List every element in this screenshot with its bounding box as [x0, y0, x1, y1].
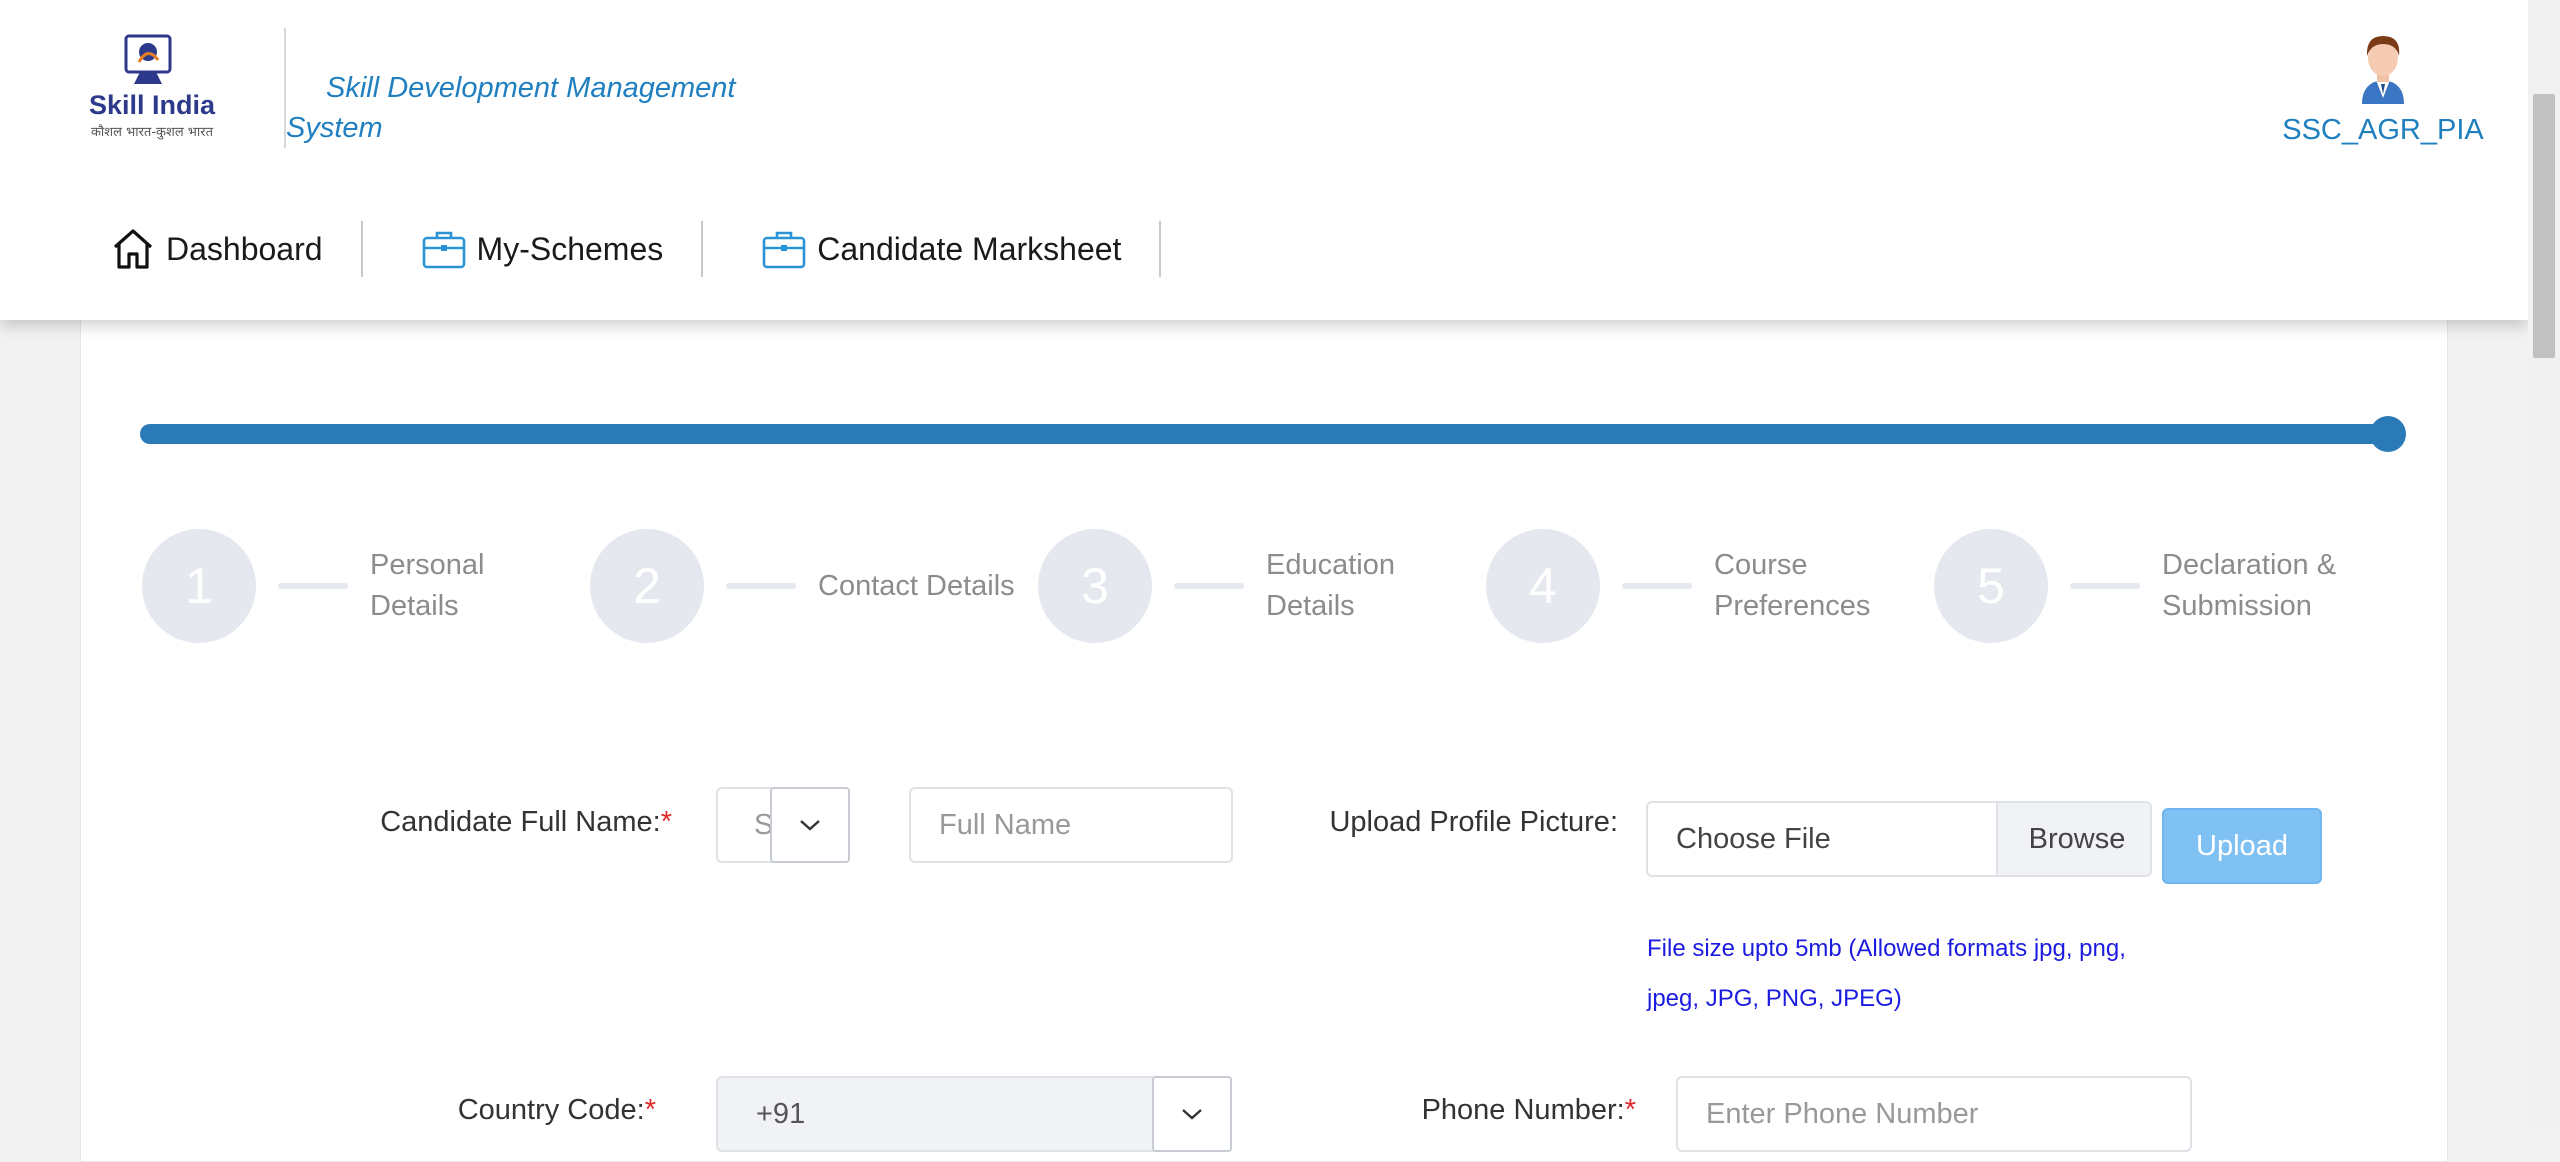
salutation-select[interactable]: S [716, 787, 850, 863]
step-number: 3 [1038, 529, 1152, 643]
app-title: Skill Development Management System [286, 72, 736, 144]
step-contact-details[interactable]: 2 Contact Details [590, 528, 1018, 644]
step-connector [278, 583, 348, 589]
phone-number-input[interactable]: Enter Phone Number [1676, 1076, 2192, 1152]
step-label: Course Preferences [1714, 549, 1871, 622]
page-scrollbar[interactable] [2528, 0, 2560, 1132]
nav-my-schemes[interactable]: My-Schemes [421, 221, 702, 277]
country-code-label: Country Code:* [340, 1094, 656, 1127]
country-code-value: +91 [756, 1098, 806, 1130]
skill-india-logo[interactable]: Skill India कौशल भारत-कुशल भारत [82, 34, 222, 146]
country-code-select[interactable]: +91 [716, 1076, 1232, 1152]
profile-picture-file-input[interactable]: Choose File Browse [1646, 801, 2152, 877]
step-number: 5 [1934, 529, 2048, 643]
choose-file-text: Choose File [1676, 823, 1831, 855]
step-number: 4 [1486, 529, 1600, 643]
full-name-label-text: Candidate Full Name: [380, 806, 661, 838]
step-declaration-submission[interactable]: 5 Declaration & Submission [1934, 528, 2372, 644]
step-label: Declaration & Submission [2162, 549, 2337, 622]
step-connector [2070, 583, 2140, 589]
user-avatar-icon[interactable] [2348, 28, 2418, 104]
user-name[interactable]: SSC_AGR_PIA [2278, 114, 2488, 147]
nav-candidate-marksheet[interactable]: Candidate Marksheet [761, 221, 1159, 277]
step-number: 2 [590, 529, 704, 643]
user-menu[interactable]: SSC_AGR_PIA [2278, 28, 2488, 147]
chevron-down-icon [1182, 1109, 1202, 1120]
briefcase-icon [422, 231, 465, 269]
upload-button[interactable]: Upload [2162, 808, 2322, 884]
progress-bar-handle [2370, 416, 2406, 452]
step-label: Contact Details [818, 569, 1015, 602]
step-course-preferences[interactable]: 4 Course Preferences [1486, 528, 1894, 644]
file-size-hint: File size upto 5mb (Allowed formats jpg,… [1647, 935, 2126, 1012]
country-code-dropdown-toggle[interactable] [1152, 1076, 1232, 1152]
required-mark: * [660, 806, 672, 838]
step-connector [726, 583, 796, 589]
main-nav: Dashboard My-Schemes Candidate Marksheet [110, 214, 1219, 284]
nav-dashboard[interactable]: Dashboard [110, 221, 361, 277]
country-code-label-text: Country Code: [457, 1094, 645, 1126]
nav-divider [701, 221, 704, 277]
nav-divider [1159, 221, 1162, 277]
scrollbar-thumb[interactable] [2533, 94, 2555, 358]
chevron-down-icon [800, 820, 820, 831]
progress-bar-fill [140, 424, 2388, 444]
step-label: Personal Details [370, 549, 485, 622]
step-personal-details[interactable]: 1 Personal Details [142, 528, 570, 644]
step-connector [1622, 583, 1692, 589]
svg-text:कौशल भारत-कुशल भारत: कौशल भारत-कुशल भारत [91, 124, 214, 140]
required-mark: * [644, 1094, 656, 1126]
nav-candidate-marksheet-label: Candidate Marksheet [817, 230, 1122, 267]
svg-text:Skill India: Skill India [89, 90, 216, 120]
step-education-details[interactable]: 3 Education Details [1038, 528, 1426, 644]
phone-number-label: Phone Number:* [1300, 1094, 1636, 1127]
step-label: Education Details [1266, 549, 1395, 622]
briefcase-icon [762, 231, 806, 269]
full-name-label: Candidate Full Name:* [300, 806, 672, 839]
top-header: Skill India कौशल भारत-कुशल भारत Skill De… [0, 0, 2528, 320]
nav-dashboard-label: Dashboard [166, 230, 323, 267]
progress-bar [140, 416, 2406, 452]
phone-number-placeholder: Enter Phone Number [1706, 1098, 1979, 1130]
step-number: 1 [142, 529, 256, 643]
nav-my-schemes-label: My-Schemes [476, 230, 664, 267]
profile-picture-label: Upload Profile Picture: [1329, 806, 1618, 838]
required-mark: * [1624, 1094, 1636, 1126]
step-connector [1174, 583, 1244, 589]
home-icon [113, 229, 153, 269]
phone-number-label-text: Phone Number: [1421, 1094, 1625, 1126]
salutation-dropdown-toggle[interactable] [770, 787, 850, 863]
full-name-input[interactable]: Full Name [909, 787, 1233, 863]
full-name-placeholder: Full Name [939, 809, 1072, 841]
browse-button[interactable]: Browse [1996, 803, 2150, 875]
nav-divider [360, 221, 363, 277]
